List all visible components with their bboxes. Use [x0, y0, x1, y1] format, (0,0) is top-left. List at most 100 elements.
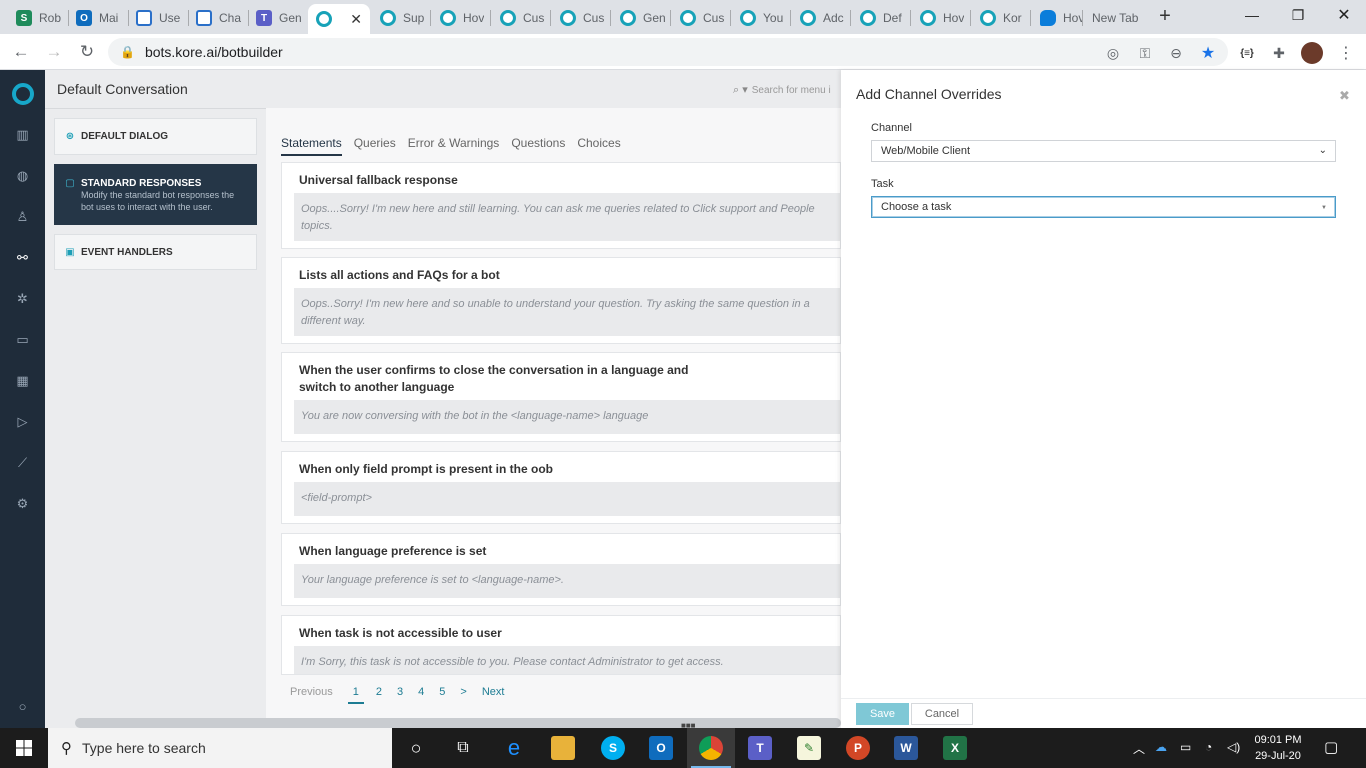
- pagination-previous[interactable]: Previous: [290, 686, 333, 698]
- reload-button[interactable]: ↻: [75, 40, 99, 64]
- minimize-button[interactable]: —: [1229, 0, 1275, 30]
- pagination-next[interactable]: Next: [482, 686, 505, 698]
- excel-icon[interactable]: X: [943, 736, 967, 760]
- response-card[interactable]: Universal fallback response Oops....Sorr…: [281, 162, 841, 249]
- pagination-page-5[interactable]: 5: [439, 686, 445, 698]
- horizontal-scrollbar[interactable]: ■■■: [75, 718, 841, 730]
- json-extension-icon[interactable]: {≡}: [1238, 44, 1256, 62]
- default-dialog-card[interactable]: ⊛ DEFAULT DIALOG: [54, 118, 257, 155]
- task-select[interactable]: Choose a task ▼: [871, 196, 1336, 218]
- apps-grid-icon[interactable]: ▦: [14, 372, 31, 389]
- restore-button[interactable]: ❐: [1275, 0, 1321, 30]
- pagination-page-2[interactable]: 2: [376, 686, 382, 698]
- extensions-puzzle-icon[interactable]: ✚: [1270, 44, 1288, 62]
- browser-tab[interactable]: Hov: [912, 4, 970, 32]
- outlook-taskbar-icon[interactable]: O: [649, 736, 673, 760]
- close-icon[interactable]: ✖: [1339, 88, 1350, 104]
- skype-icon[interactable]: S: [601, 736, 625, 760]
- task-view-icon[interactable]: ⧉: [451, 736, 475, 760]
- wifi-icon[interactable]: ◔: [1205, 740, 1212, 754]
- zoom-icon[interactable]: ⊖: [1167, 44, 1185, 62]
- pagination-page-3[interactable]: 3: [397, 686, 403, 698]
- tab-queries[interactable]: Queries: [354, 136, 396, 156]
- tab-choices[interactable]: Choices: [577, 136, 620, 156]
- onedrive-icon[interactable]: ☁: [1155, 740, 1167, 754]
- cancel-button[interactable]: Cancel: [911, 703, 973, 725]
- file-explorer-icon[interactable]: [551, 736, 575, 760]
- browser-tab[interactable]: S Rob: [8, 4, 66, 32]
- response-text: You are now conversing with the bot in t…: [294, 400, 840, 434]
- tab-statements[interactable]: Statements: [281, 136, 342, 156]
- conversation-flow-icon[interactable]: ⚯: [14, 249, 31, 266]
- taskbar-search-box[interactable]: ⚲ Type here to search: [48, 728, 392, 768]
- bookmark-star-icon[interactable]: ★: [1199, 44, 1217, 62]
- volume-icon[interactable]: ◁): [1227, 740, 1240, 754]
- pagination-more[interactable]: >: [460, 686, 466, 698]
- browser-tab-new[interactable]: New Tab: [1084, 4, 1142, 32]
- back-button[interactable]: ←: [9, 40, 33, 64]
- channel-select[interactable]: Web/Mobile Client ⌄: [871, 140, 1336, 162]
- browser-tab[interactable]: O Mai: [68, 4, 126, 32]
- browser-tab[interactable]: Use: [128, 4, 186, 32]
- menu-search-input[interactable]: ⌕ ▾ Search for menu i: [733, 82, 841, 98]
- pagination-page-1[interactable]: 1: [347, 686, 364, 704]
- chrome-icon[interactable]: [699, 736, 723, 760]
- standard-responses-card[interactable]: ▢ STANDARD RESPONSES Modify the standard…: [54, 164, 257, 225]
- circle-status-icon[interactable]: ○: [14, 698, 31, 715]
- browser-tab[interactable]: Cus: [672, 4, 730, 32]
- save-button[interactable]: Save: [856, 703, 909, 725]
- browser-tab[interactable]: Cus: [492, 4, 550, 32]
- browser-tab-active[interactable]: ✕: [308, 4, 370, 34]
- browser-tab[interactable]: Def: [852, 4, 910, 32]
- message-icon[interactable]: ▭: [14, 331, 31, 348]
- browser-tab[interactable]: You: [732, 4, 790, 32]
- event-handlers-card[interactable]: ▣ EVENT HANDLERS: [54, 234, 257, 270]
- forward-button[interactable]: →: [42, 40, 66, 64]
- start-button[interactable]: [0, 728, 48, 768]
- browser-tab[interactable]: T Gen: [248, 4, 306, 32]
- powerpoint-icon[interactable]: P: [846, 736, 870, 760]
- response-card[interactable]: Lists all actions and FAQs for a bot Oop…: [281, 257, 841, 344]
- close-window-button[interactable]: ✕: [1321, 0, 1366, 30]
- tray-chevron-icon[interactable]: ︿: [1133, 740, 1145, 757]
- cortana-icon[interactable]: ○: [404, 736, 428, 760]
- response-card[interactable]: When task is not accessible to user I'm …: [281, 615, 841, 675]
- tab-error-warnings[interactable]: Error & Warnings: [408, 136, 500, 156]
- browser-tab[interactable]: Adc: [792, 4, 850, 32]
- browser-menu-icon[interactable]: ⋮: [1337, 44, 1355, 62]
- response-card[interactable]: When language preference is set Your lan…: [281, 533, 841, 606]
- analytics-icon[interactable]: ▥: [14, 126, 31, 143]
- settings-gear-icon[interactable]: ⚙: [14, 495, 31, 512]
- tab-questions[interactable]: Questions: [511, 136, 565, 156]
- edge-icon[interactable]: e: [502, 735, 526, 760]
- close-tab-icon[interactable]: ✕: [350, 11, 362, 28]
- kore-logo-icon[interactable]: [12, 83, 34, 105]
- line-chart-icon[interactable]: ⟋: [14, 454, 31, 471]
- pagination-page-4[interactable]: 4: [418, 686, 424, 698]
- response-card[interactable]: When only field prompt is present in the…: [281, 451, 841, 524]
- new-tab-button[interactable]: +: [1153, 6, 1177, 28]
- kore-icon: [440, 10, 456, 26]
- notifications-icon[interactable]: ▢: [1324, 738, 1338, 756]
- browser-tab[interactable]: Gen: [612, 4, 670, 32]
- chat-search-icon[interactable]: ◍: [14, 167, 31, 184]
- browser-tab[interactable]: Hov: [432, 4, 490, 32]
- key-icon[interactable]: ⚿: [1136, 44, 1154, 62]
- browser-tab[interactable]: Cha: [188, 4, 246, 32]
- browser-tab[interactable]: Sup: [372, 4, 430, 32]
- browser-tab[interactable]: Cus: [552, 4, 610, 32]
- magic-wand-icon[interactable]: ✲: [14, 290, 31, 307]
- teams-taskbar-icon[interactable]: T: [748, 736, 772, 760]
- browser-tab[interactable]: Hov: [1032, 4, 1082, 32]
- bot-icon[interactable]: ♙: [14, 208, 31, 225]
- profile-avatar[interactable]: [1301, 42, 1323, 64]
- notepad-icon[interactable]: ✎: [797, 736, 821, 760]
- word-icon[interactable]: W: [894, 736, 918, 760]
- url-bar[interactable]: 🔒 bots.kore.ai/botbuilder: [108, 38, 1228, 66]
- battery-icon[interactable]: ▭: [1180, 740, 1191, 754]
- browser-tab[interactable]: Kor: [972, 4, 1030, 32]
- system-clock[interactable]: 09:01 PM 29-Jul-20: [1248, 732, 1308, 764]
- response-card[interactable]: When the user confirms to close the conv…: [281, 352, 841, 442]
- play-icon[interactable]: ▷: [14, 413, 31, 430]
- location-blocked-icon[interactable]: ◎: [1104, 44, 1122, 62]
